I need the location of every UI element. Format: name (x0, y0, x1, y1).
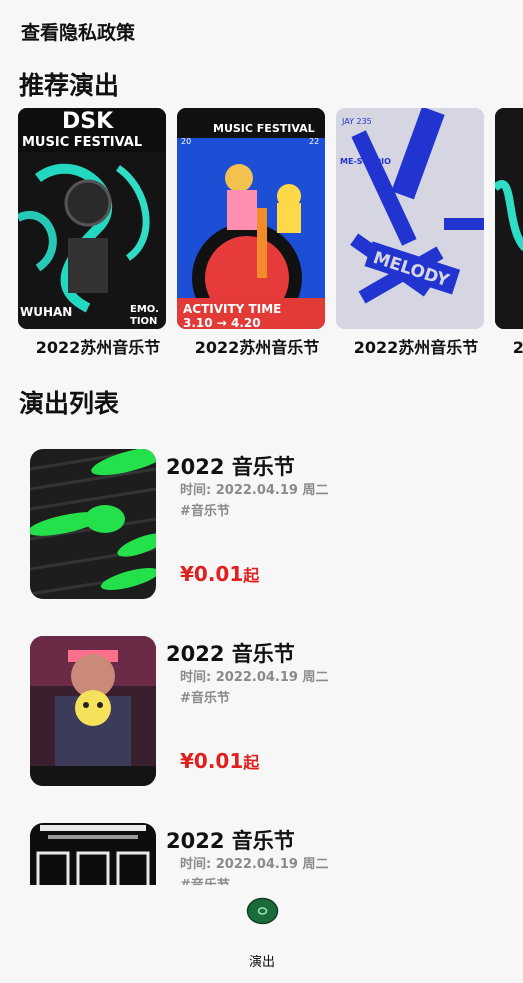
price-suffix: 起 (243, 566, 260, 585)
recommend-carousel[interactable]: DSK MUSIC FESTIVAL WUHAN EMO. TION 2022苏… (18, 108, 523, 363)
show-price: ¥0.01起 (180, 562, 259, 586)
show-list-item[interactable]: 2022 音乐节 时间: 2022.04.19 周二 #音乐节 ¥0.01起 (0, 619, 523, 786)
poster-image (495, 108, 523, 329)
tab-label: 演出 (248, 955, 275, 970)
show-thumbnail (30, 449, 156, 599)
poster-image: DSK MUSIC FESTIVAL WUHAN EMO. TION (18, 108, 166, 329)
recommend-card-title: 2022苏州音乐节 (35, 338, 161, 357)
price-amount: ¥0.01 (180, 562, 244, 586)
poster-text: 20 (181, 137, 191, 146)
poster-image: MUSIC FESTIVAL 20 22 ACTIVITY TIME 3.10 … (177, 108, 325, 329)
recommend-section-title: 推荐演出 (19, 71, 120, 100)
recommend-card-title: 2022苏州音乐节 (512, 338, 523, 357)
poster-text: WUHAN (20, 305, 72, 319)
poster-text: ME-STUDIO (340, 157, 391, 166)
show-title: 2022 音乐节 (166, 455, 295, 479)
poster-text: 3.10 → 4.20 (183, 316, 261, 329)
recommend-card[interactable]: MUSIC FESTIVAL 20 22 ACTIVITY TIME 3.10 … (177, 108, 327, 357)
show-time: 时间: 2022.04.19 周二 (180, 857, 329, 872)
recommend-card-title: 2022苏州音乐节 (353, 338, 479, 357)
show-list-item[interactable]: 2022 音乐节 时间: 2022.04.19 周二 #音乐节 (0, 806, 523, 885)
recommend-card[interactable]: 2022苏州音乐节 (495, 108, 523, 357)
poster-text: JAY 235 (341, 117, 372, 126)
poster-text: MUSIC FESTIVAL (213, 122, 315, 135)
recommend-card[interactable]: JAY 235 ME-STUDIO MELODY 2022苏州音乐节 (336, 108, 486, 357)
show-tag: #音乐节 (180, 504, 230, 519)
show-thumbnail (30, 823, 156, 885)
app-screen: 查看隐私政策 推荐演出 DSK MUSIC FESTIVAL WUHAN EMO… (0, 0, 523, 983)
poster-text: ACTIVITY TIME (183, 302, 281, 316)
show-tag: #音乐节 (180, 874, 230, 885)
show-time: 时间: 2022.04.19 周二 (180, 670, 329, 685)
privacy-policy-link[interactable]: 查看隐私政策 (21, 18, 135, 45)
show-title: 2022 音乐节 (166, 829, 295, 853)
tab-shows[interactable]: 演出 (230, 897, 294, 970)
poster-image: JAY 235 ME-STUDIO MELODY (336, 108, 484, 329)
show-title: 2022 音乐节 (166, 642, 295, 666)
recommend-card-title: 2022苏州音乐节 (194, 338, 320, 357)
show-icon (246, 897, 279, 925)
show-thumbnail (30, 636, 156, 786)
price-suffix: 起 (243, 753, 260, 772)
show-tag: #音乐节 (180, 691, 230, 706)
price-amount: ¥0.01 (180, 749, 244, 773)
bottom-tab-bar: 演出 (0, 885, 523, 983)
poster-text: TION (130, 316, 157, 327)
show-list-title: 演出列表 (19, 389, 120, 418)
show-time: 时间: 2022.04.19 周二 (180, 483, 329, 498)
show-list-item[interactable]: 2022 音乐节 时间: 2022.04.19 周二 #音乐节 ¥0.01起 (0, 432, 523, 599)
recommend-card[interactable]: DSK MUSIC FESTIVAL WUHAN EMO. TION 2022苏… (18, 108, 168, 357)
poster-text: DSK (62, 109, 114, 134)
poster-text: 22 (309, 137, 319, 146)
show-list[interactable]: 2022 音乐节 时间: 2022.04.19 周二 #音乐节 ¥0.01起 2… (0, 432, 523, 885)
show-price: ¥0.01起 (180, 749, 259, 773)
poster-text: MUSIC FESTIVAL (22, 135, 142, 150)
poster-text: EMO. (130, 304, 159, 315)
